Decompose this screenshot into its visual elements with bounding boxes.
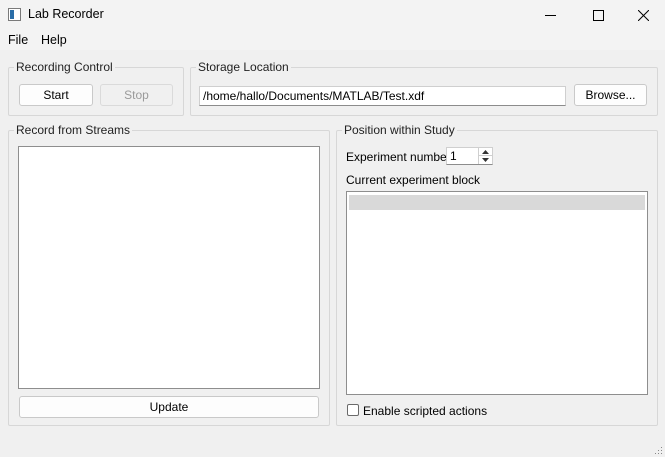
current-block-label: Current experiment block — [346, 173, 481, 187]
experiment-number-value: 1 — [450, 149, 457, 163]
storage-location-title: Storage Location — [196, 60, 291, 74]
close-button[interactable] — [620, 0, 665, 30]
recording-control-title: Recording Control — [14, 60, 115, 74]
list-item[interactable] — [349, 195, 645, 210]
maximize-icon — [592, 9, 604, 21]
experiment-number-spinbox[interactable]: 1 — [446, 147, 493, 165]
experiment-block-list[interactable] — [346, 191, 648, 395]
spin-down-button[interactable] — [479, 156, 492, 164]
minimize-button[interactable] — [527, 0, 573, 30]
menu-file[interactable]: File — [8, 33, 28, 47]
arrow-down-icon — [482, 158, 489, 162]
browse-button[interactable]: Browse... — [574, 84, 647, 106]
menu-bar: File Help — [0, 30, 665, 50]
record-streams-title: Record from Streams — [14, 123, 133, 137]
menu-help[interactable]: Help — [41, 33, 67, 47]
streams-list[interactable] — [18, 146, 320, 389]
title-bar: Lab Recorder — [0, 0, 665, 30]
scripted-actions-label: Enable scripted actions — [363, 404, 488, 418]
study-position-title: Position within Study — [342, 123, 457, 137]
resize-grip-icon[interactable] — [655, 447, 663, 455]
app-icon — [8, 8, 21, 21]
maximize-button[interactable] — [575, 0, 621, 30]
start-button[interactable]: Start — [19, 84, 93, 106]
update-button[interactable]: Update — [19, 396, 319, 418]
experiment-number-label: Experiment number — [346, 150, 451, 164]
arrow-up-icon — [482, 149, 489, 154]
window-title: Lab Recorder — [28, 7, 104, 21]
close-icon — [637, 9, 649, 21]
storage-path-input[interactable]: /home/hallo/Documents/MATLAB/Test.xdf — [199, 86, 566, 106]
scripted-actions-checkbox[interactable] — [347, 404, 359, 416]
minimize-icon — [544, 14, 556, 16]
stop-button[interactable]: Stop — [100, 84, 173, 106]
spin-buttons — [478, 148, 492, 164]
spin-up-button[interactable] — [479, 148, 492, 156]
